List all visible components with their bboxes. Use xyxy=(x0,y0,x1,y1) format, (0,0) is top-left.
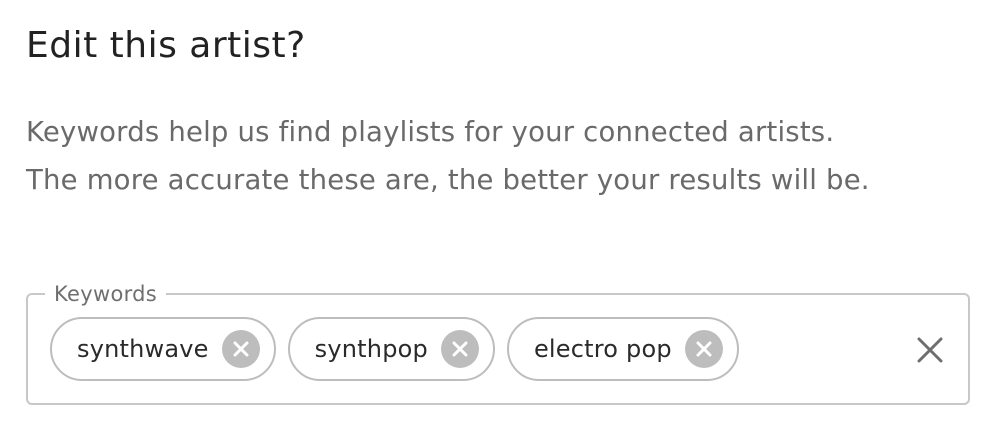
keyword-chip-label: synthpop xyxy=(314,335,428,363)
clear-all-close-icon[interactable] xyxy=(912,332,948,368)
keyword-chip-label: electro pop xyxy=(533,335,672,363)
keyword-chip[interactable]: electro pop xyxy=(506,317,739,381)
dialog-description: Keywords help us find playlists for your… xyxy=(26,108,986,204)
description-line: Keywords help us find playlists for your… xyxy=(26,116,835,148)
dialog-title: Edit this artist? xyxy=(26,25,306,66)
edit-artist-dialog: Edit this artist? Keywords help us find … xyxy=(0,0,996,430)
keyword-chip[interactable]: synthpop xyxy=(287,317,495,381)
keywords-field-label: Keywords xyxy=(45,281,167,307)
description-line: The more accurate these are, the better … xyxy=(26,164,870,196)
keywords-field[interactable]: Keywords synthwave synthpop electro pop xyxy=(26,281,970,405)
chip-delete-icon[interactable] xyxy=(440,330,479,368)
keyword-chip-label: synthwave xyxy=(77,335,209,363)
keyword-chips: synthwave synthpop electro pop xyxy=(50,317,739,381)
keyword-chip[interactable]: synthwave xyxy=(50,317,276,381)
chip-delete-icon[interactable] xyxy=(684,330,723,368)
chip-delete-icon[interactable] xyxy=(221,330,260,368)
